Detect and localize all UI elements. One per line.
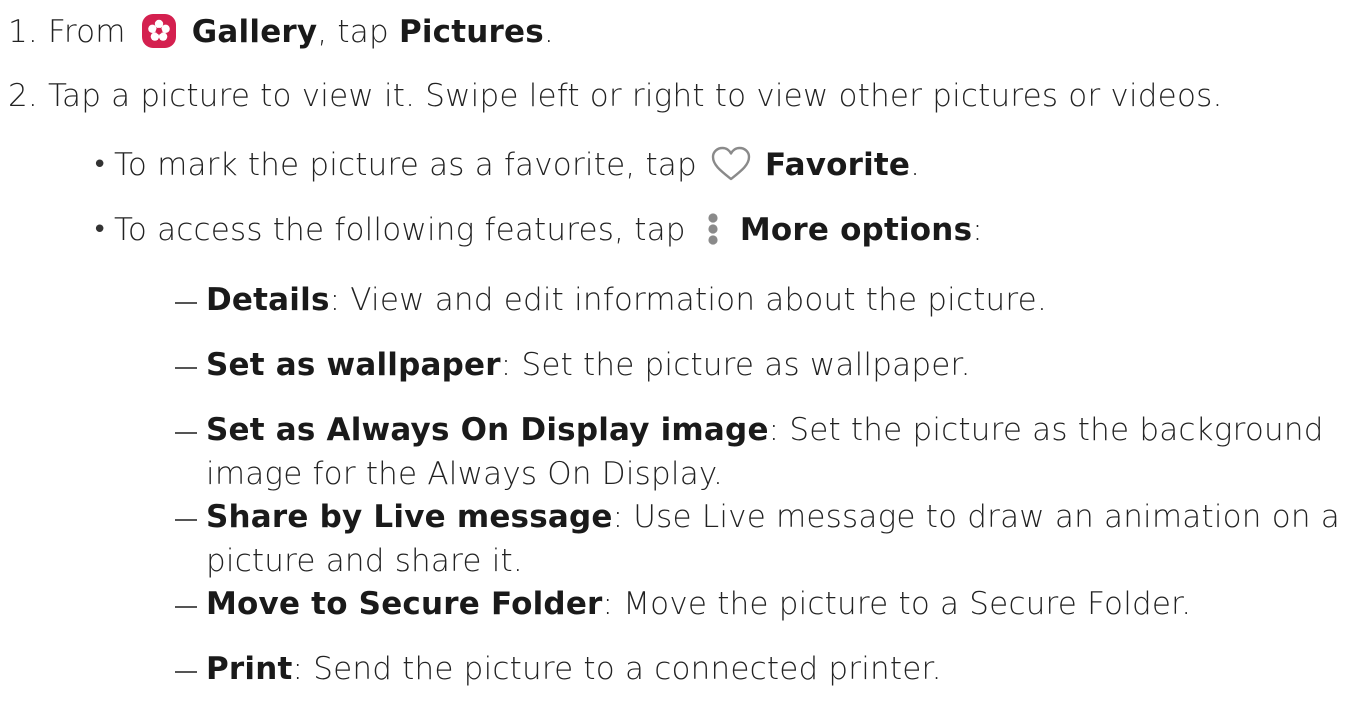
gallery-label: Gallery xyxy=(191,14,318,50)
feature-desc: : Move the picture to a Secure Folder. xyxy=(602,586,1192,622)
feature-desc: : View and edit information about the pi… xyxy=(329,282,1047,318)
feature-set-as-wallpaper: Set as wallpaper: Set the picture as wal… xyxy=(206,345,971,385)
feature-desc-cont: image for the Always On Display. xyxy=(206,456,724,492)
feature-desc: : Use Live message to draw an animation … xyxy=(612,499,1340,535)
heart-outline-icon xyxy=(711,146,751,182)
bullet-marker: • xyxy=(92,215,108,245)
feature-share-live-message-cont: picture and share it. xyxy=(206,541,523,581)
bullet-more-options: To access the following features, tap Mo… xyxy=(114,210,983,250)
step-1-suffix: . xyxy=(543,14,554,50)
feature-name: Print xyxy=(206,651,293,687)
dash-marker xyxy=(175,671,197,673)
feature-name: Set as Always On Display image xyxy=(206,412,769,448)
feature-desc: : Send the picture to a connected printe… xyxy=(292,651,942,687)
bullet-favorite: To mark the picture as a favorite, tap F… xyxy=(114,145,920,185)
favorite-prefix: To mark the picture as a favorite, tap xyxy=(114,147,697,183)
feature-desc: : Set the picture as wallpaper. xyxy=(500,347,971,383)
feature-details: Details: View and edit information about… xyxy=(206,280,1047,320)
feature-move-secure-folder: Move to Secure Folder: Move the picture … xyxy=(206,584,1191,624)
feature-share-live-message: Share by Live message: Use Live message … xyxy=(206,497,1340,537)
feature-name: Details xyxy=(206,282,330,318)
step-1: 1. From Gallery, tap Pictures. xyxy=(8,12,554,52)
dash-marker xyxy=(175,432,197,434)
more-options-prefix: To access the following features, tap xyxy=(114,212,686,248)
feature-name: Set as wallpaper xyxy=(206,347,501,383)
bullet-marker: • xyxy=(92,150,108,180)
feature-print: Print: Send the picture to a connected p… xyxy=(206,649,942,689)
favorite-suffix: . xyxy=(910,147,921,183)
dash-marker xyxy=(175,302,197,304)
feature-always-on-display: Set as Always On Display image: Set the … xyxy=(206,410,1324,450)
dash-marker xyxy=(175,606,197,608)
step-1-prefix: From xyxy=(48,14,126,50)
step-2: 2. Tap a picture to view it. Swipe left … xyxy=(8,76,1223,116)
step-1-number: 1. xyxy=(8,14,38,50)
pictures-label: Pictures xyxy=(398,14,544,50)
feature-desc-cont: picture and share it. xyxy=(206,543,523,579)
gallery-icon xyxy=(141,13,176,48)
more-vertical-icon xyxy=(706,211,720,247)
dash-marker xyxy=(175,519,197,521)
favorite-label: Favorite xyxy=(765,147,911,183)
more-options-suffix: : xyxy=(972,212,983,248)
feature-name: Move to Secure Folder xyxy=(206,586,603,622)
step-1-middle: , tap xyxy=(317,14,389,50)
feature-desc: : Set the picture as the background xyxy=(768,412,1324,448)
dash-marker xyxy=(175,367,197,369)
feature-name: Share by Live message xyxy=(206,499,613,535)
feature-always-on-display-cont: image for the Always On Display. xyxy=(206,454,723,494)
more-options-label: More options xyxy=(739,212,973,248)
step-2-number: 2. xyxy=(8,78,38,114)
step-2-text: Tap a picture to view it. Swipe left or … xyxy=(48,78,1223,114)
